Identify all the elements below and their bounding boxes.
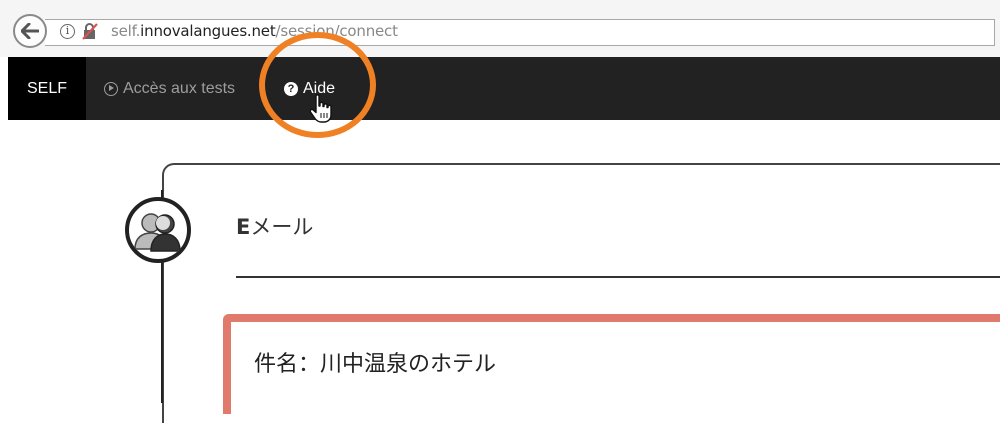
message-subject: 件名：川中温泉のホテル	[254, 352, 497, 377]
nav-item-tests-label: Accès aux tests	[123, 80, 236, 97]
users-icon	[134, 213, 181, 252]
panel-title-rest: メール	[250, 215, 314, 239]
browser-toolbar: i self.innovalangues.net/session/connect	[0, 0, 1000, 57]
hand-pointer-icon	[309, 94, 332, 123]
panel-title: Eメール	[236, 211, 313, 241]
title-divider	[236, 276, 1000, 278]
url-prefix: self.	[111, 22, 141, 40]
info-icon[interactable]: i	[60, 24, 75, 39]
back-button[interactable]	[13, 14, 47, 48]
nav-item-tests[interactable]: Accès aux tests	[104, 57, 235, 120]
brand-link[interactable]: SELF	[8, 57, 86, 120]
panel-title-initial: E	[236, 215, 251, 239]
arrow-left-icon	[21, 23, 39, 39]
url-domain: innovalangues.net	[140, 22, 276, 40]
play-circle-icon	[104, 81, 118, 96]
avatar	[125, 197, 191, 263]
insecure-lock-icon[interactable]	[82, 23, 98, 40]
url-text[interactable]: self.innovalangues.net/session/connect	[111, 22, 398, 40]
site-navbar: SELF Accès aux tests ? Aide	[8, 57, 1000, 120]
